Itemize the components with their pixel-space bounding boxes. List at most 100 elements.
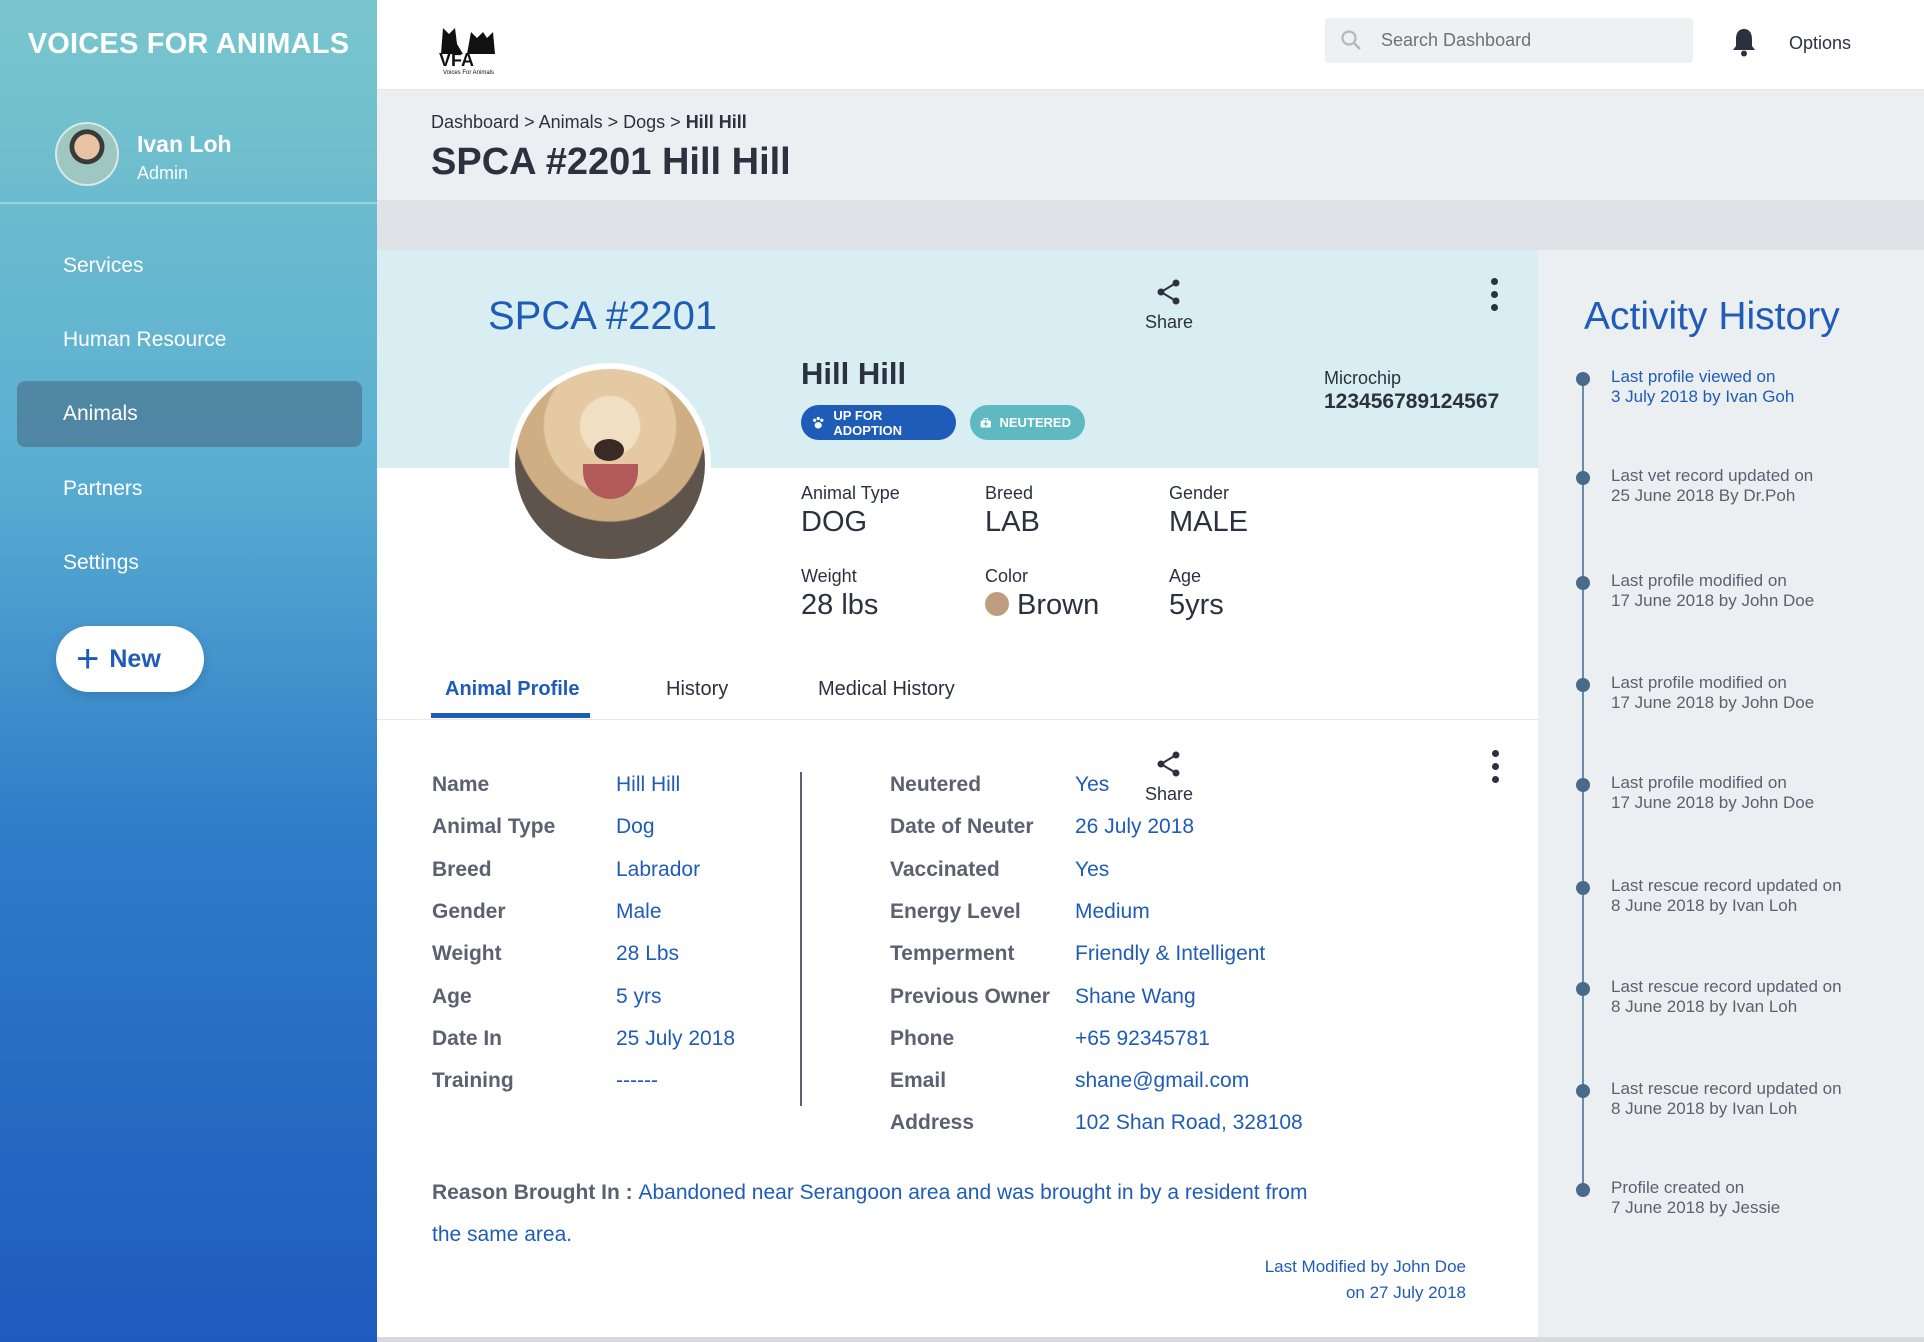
- last-modified: Last Modified by John Doe on 27 July 201…: [1264, 1257, 1466, 1302]
- stat-value: 28 lbs: [801, 589, 879, 621]
- detail-label: Phone: [890, 1026, 955, 1050]
- reason-brought-in: Reason Brought In : Abandoned near Seran…: [432, 1172, 1332, 1256]
- vfa-logo[interactable]: VFA Voices For Animals: [433, 14, 503, 76]
- timeline-dot: [1576, 1084, 1590, 1098]
- sidebar-item-animals[interactable]: Animals: [17, 381, 362, 447]
- share-button[interactable]: Share: [1139, 278, 1199, 333]
- timeline-dot: [1576, 471, 1590, 485]
- detail-value: Shane Wang: [1075, 984, 1196, 1008]
- microchip-value: 123456789124567: [1324, 390, 1500, 413]
- sidebar-item-human-resource[interactable]: Human Resource: [17, 307, 362, 373]
- activity-item[interactable]: Last vet record updated on 25 June 2018 B…: [1611, 466, 1871, 506]
- page-title: SPCA #2201 Hill Hill: [431, 141, 791, 183]
- more-options-icon[interactable]: [1492, 750, 1502, 790]
- stat-label: Breed: [985, 483, 1034, 503]
- breadcrumb-animals[interactable]: Animals: [539, 112, 603, 132]
- activity-title: Activity History: [1584, 295, 1840, 338]
- header-band: [377, 200, 1924, 250]
- bottom-edge: [377, 1337, 1924, 1342]
- stat-value: LAB: [985, 506, 1040, 538]
- user-role: Admin: [137, 163, 189, 183]
- breadcrumb-dashboard[interactable]: Dashboard: [431, 112, 519, 132]
- detail-label: Animal Type: [432, 815, 556, 839]
- logo-text: VFA: [439, 50, 474, 70]
- stat-label: Color: [985, 566, 1029, 586]
- adoption-badge: UP FOR ADOPTION: [801, 405, 956, 440]
- activity-item[interactable]: Last profile modified on 17 June 2018 by …: [1611, 673, 1871, 713]
- tab-history[interactable]: History: [666, 678, 728, 701]
- plus-icon: +: [76, 637, 100, 681]
- stat-label: Weight: [801, 566, 857, 586]
- tab-medical-history[interactable]: Medical History: [818, 678, 955, 701]
- color-value: Brown: [985, 589, 1099, 622]
- detail-label: Previous Owner: [890, 984, 1050, 1008]
- detail-value: Male: [616, 899, 662, 923]
- sidebar-item-services[interactable]: Services: [17, 233, 362, 299]
- timeline-dot: [1576, 372, 1590, 386]
- dog-nose: [594, 439, 624, 461]
- search-input[interactable]: [1381, 18, 1681, 63]
- detail-label: Temperment: [890, 942, 1015, 966]
- breadcrumb-dogs[interactable]: Dogs: [623, 112, 665, 132]
- detail-value: 28 Lbs: [616, 942, 680, 966]
- dog-mouth: [583, 464, 638, 499]
- detail-label: Weight: [432, 942, 502, 966]
- activity-item[interactable]: Last profile viewed on 3 July 2018 by Iva…: [1611, 367, 1871, 407]
- tab-animal-profile[interactable]: Animal Profile: [445, 678, 579, 701]
- detail-value: 25 July 2018: [616, 1026, 736, 1050]
- animal-photo: [509, 363, 711, 565]
- search-box: [1325, 18, 1693, 63]
- detail-label: Vaccinated: [890, 857, 1000, 881]
- stat-value: MALE: [1169, 506, 1248, 538]
- neutered-badge: NEUTERED: [970, 405, 1085, 440]
- detail-value: Yes: [1075, 857, 1110, 881]
- detail-value: Dog: [616, 815, 655, 839]
- detail-value: +65 92345781: [1075, 1026, 1210, 1050]
- detail-label: Training: [432, 1069, 514, 1093]
- activity-item[interactable]: Last rescue record updated on 8 June 2018…: [1611, 1079, 1871, 1119]
- stat-label: Gender: [1169, 483, 1230, 503]
- detail-value: 26 July 2018: [1075, 815, 1195, 839]
- new-button[interactable]: + New: [56, 626, 204, 692]
- bell-icon[interactable]: [1729, 26, 1759, 58]
- timeline-dot: [1576, 678, 1590, 692]
- search-icon: [1341, 30, 1361, 50]
- detail-value: shane@gmail.com: [1075, 1069, 1250, 1093]
- active-tab-indicator: [431, 713, 590, 718]
- detail-value: ------: [616, 1069, 658, 1093]
- medical-kit-icon: [980, 417, 991, 427]
- topbar: VFA Voices For Animals Options: [377, 0, 1924, 90]
- options-menu[interactable]: Options: [1789, 33, 1851, 54]
- detail-value: Hill Hill: [616, 773, 681, 796]
- stat-label: Age: [1169, 566, 1202, 586]
- activity-item[interactable]: Last rescue record updated on 8 June 2018…: [1611, 977, 1871, 1017]
- animal-card: SPCA #2201 Hill Hill UP FOR ADOPTION NEU…: [377, 250, 1538, 1337]
- paw-icon: [812, 416, 824, 428]
- detail-label: Energy Level: [890, 899, 1021, 923]
- activity-item[interactable]: Last rescue record updated on 8 June 2018…: [1611, 876, 1871, 916]
- detail-label: Age: [432, 984, 472, 1008]
- logo-caption: Voices For Animals: [443, 70, 494, 76]
- avatar[interactable]: [55, 122, 119, 186]
- share-button[interactable]: Share: [1139, 750, 1199, 805]
- spca-id: SPCA #2201: [488, 294, 718, 338]
- sidebar-item-settings[interactable]: Settings: [17, 530, 362, 596]
- detail-label: Address: [890, 1111, 975, 1135]
- activity-item[interactable]: Last profile modified on 17 June 2018 by …: [1611, 571, 1871, 611]
- detail-value: 102 Shan Road, 328108: [1075, 1111, 1303, 1135]
- detail-label: Gender: [432, 899, 506, 923]
- detail-value: Medium: [1075, 899, 1150, 923]
- stat-value: DOG: [801, 506, 868, 538]
- sidebar-item-partners[interactable]: Partners: [17, 456, 362, 522]
- reason-label: Reason Brought In :: [432, 1181, 639, 1204]
- animal-name: Hill Hill: [801, 356, 907, 391]
- activity-item[interactable]: Profile created on 7 June 2018 by Jessie: [1611, 1178, 1871, 1218]
- detail-label: Neutered: [890, 773, 982, 796]
- detail-label: Date In: [432, 1026, 503, 1050]
- sidebar: VOICES FOR ANIMALS Ivan Loh Admin Servic…: [0, 0, 377, 1342]
- activity-item[interactable]: Last profile modified on 17 June 2018 by …: [1611, 773, 1871, 813]
- breadcrumb: Dashboard > Animals > Dogs > Hill Hill: [431, 112, 747, 132]
- brand-title: VOICES FOR ANIMALS: [27, 28, 350, 60]
- more-options-icon[interactable]: [1491, 278, 1501, 318]
- share-icon: [1157, 279, 1180, 305]
